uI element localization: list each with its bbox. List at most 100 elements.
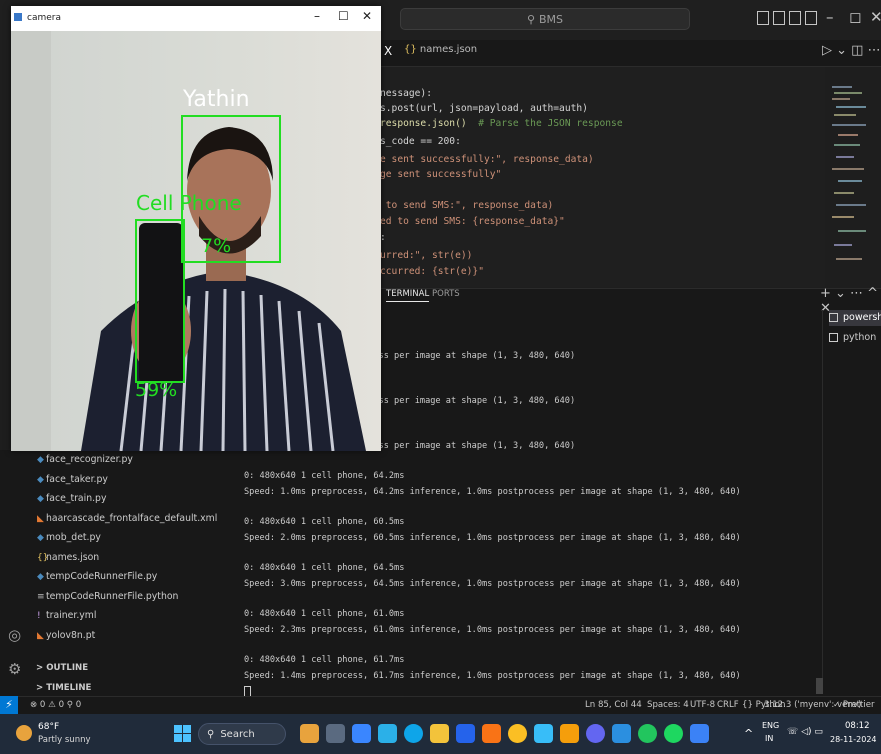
code-line: s_code == 200: (380, 136, 461, 147)
terminal-instance-list: powersh... python (822, 310, 881, 690)
remote-indicator-icon[interactable]: ⚡ (0, 696, 18, 714)
code-line: to send SMS:", response_data) (380, 200, 554, 211)
outline-section[interactable]: > OUTLINE (36, 663, 88, 673)
account-icon[interactable]: ◎ (8, 626, 21, 644)
file-item[interactable]: {} names.json (37, 551, 100, 563)
windows-start-icon[interactable] (174, 725, 191, 742)
clock-time[interactable]: 08:12 (845, 721, 870, 731)
language-indicator-top[interactable]: ENG (762, 721, 779, 730)
weather-description[interactable]: Partly sunny (38, 735, 91, 745)
tray-overflow-chevron[interactable]: ^ (744, 727, 753, 740)
weather-icon[interactable] (16, 725, 32, 741)
code-editor[interactable]: nessage): s.post(url, json=payload, auth… (370, 67, 825, 287)
weather-temperature[interactable]: 68°F (38, 722, 59, 732)
command-center-search[interactable]: ⚲ BMS (400, 8, 690, 30)
file-name: face_recognizer.py (46, 454, 133, 465)
terminal-line: Speed: 1.4ms preprocess, 61.7ms inferenc… (244, 671, 741, 681)
code-line: s.post(url, json=payload, auth=auth) (380, 103, 588, 114)
taskbar-search-label: Search (220, 728, 255, 740)
file-item[interactable]: ◣ haarcascade_frontalface_default.xml (37, 513, 217, 524)
widget-app-icon[interactable] (300, 724, 319, 743)
tab-terminal[interactable]: TERMINAL (386, 289, 430, 302)
file-item[interactable]: ◆ mob_det.py (37, 532, 101, 543)
code-line: ccurred: {str(e)}" (380, 266, 484, 277)
file-name: mob_det.py (46, 532, 101, 543)
task-view-icon[interactable] (326, 724, 345, 743)
search-icon: ⚲ (207, 728, 215, 740)
app-icon-5[interactable] (534, 724, 553, 743)
spotify-icon[interactable] (664, 724, 683, 743)
editor-actions[interactable]: ▷ ⌄ ◫ ⋯ (822, 43, 881, 58)
cursor-position[interactable]: Ln 85, Col 44 (585, 700, 642, 710)
language-indicator-bottom[interactable]: IN (765, 734, 773, 743)
terminal-line: Speed: 2.3ms preprocess, 61.0ms inferenc… (244, 625, 741, 635)
file-type-icon: ◣ (37, 513, 44, 524)
terminal-line: 0: 480x640 1 cell phone, 60.5ms (244, 517, 405, 527)
terminal-icon (829, 333, 838, 342)
command-center-text: BMS (539, 12, 564, 26)
camera-feed: Yathin 7% Cell Phone 59% (11, 31, 381, 451)
app-icon-4[interactable] (482, 724, 501, 743)
timeline-section[interactable]: > TIMELINE (36, 683, 91, 693)
tab-names-json[interactable]: {} names.json (404, 44, 477, 55)
code-comment: # Parse the JSON response (466, 118, 623, 129)
customize-layout-icon[interactable] (805, 11, 817, 25)
manage-gear-icon[interactable]: ⚙ (8, 660, 21, 678)
camera-close-button[interactable]: ✕ (362, 9, 372, 23)
vscode-minimize-button[interactable]: – (826, 8, 834, 26)
taskbar-search[interactable]: ⚲ Search (198, 723, 286, 745)
app-icon-7[interactable] (586, 724, 605, 743)
file-name: tempCodeRunnerFile.python (46, 590, 179, 602)
file-explorer-icon[interactable] (430, 724, 449, 743)
file-item[interactable]: ◆ tempCodeRunnerFile.py (37, 571, 158, 582)
indentation[interactable]: Spaces: 4 (647, 700, 689, 710)
terminal-item-python[interactable]: python (829, 330, 876, 346)
app-icon-3[interactable] (456, 724, 475, 743)
python-taskbar-icon[interactable] (690, 724, 709, 743)
file-item[interactable]: ◆ face_taker.py (37, 474, 108, 485)
file-name: names.json (46, 551, 100, 563)
code-line: e sent successfully:", response_data) (380, 154, 594, 165)
app-icon-6[interactable] (560, 724, 579, 743)
file-type-icon: {} (37, 552, 49, 563)
tab-ports[interactable]: PORTS (432, 289, 460, 299)
file-name: face_train.py (46, 493, 107, 504)
tab-close-icon[interactable]: X (384, 44, 392, 58)
end-of-line[interactable]: CRLF (717, 700, 739, 710)
vscode-maximize-button[interactable]: ◻ (849, 8, 861, 26)
minimap[interactable] (828, 80, 878, 280)
vscode-close-button[interactable]: ✕ (870, 8, 881, 26)
file-item[interactable]: ≡ tempCodeRunnerFile.python (37, 590, 179, 602)
file-item[interactable]: ◣ yolov8n.pt (37, 629, 96, 641)
terminal-line: Speed: 2.0ms preprocess, 60.5ms inferenc… (244, 533, 741, 543)
toggle-secondary-sidebar-icon[interactable] (789, 11, 801, 25)
file-item[interactable]: ◆ face_train.py (37, 493, 107, 504)
terminal-item-powershell[interactable]: powersh... (829, 310, 881, 326)
clock-date[interactable]: 28-11-2024 (830, 735, 877, 744)
file-item[interactable]: ◆ face_recognizer.py (37, 454, 133, 465)
toggle-panel-icon[interactable] (773, 11, 785, 25)
camera-minimize-button[interactable]: – (314, 9, 320, 23)
problems-indicator[interactable]: ⊗ 0 ⚠ 0 ⚲ 0 (30, 700, 81, 710)
app-icon-2[interactable] (378, 724, 397, 743)
file-type-icon: ≡ (37, 591, 45, 602)
network-volume-battery-icons[interactable]: ☏ ◁) ▭ (787, 727, 823, 737)
file-encoding[interactable]: UTF-8 (690, 700, 715, 710)
toggle-primary-sidebar-icon[interactable] (757, 11, 769, 25)
vscode-taskbar-icon[interactable] (612, 724, 631, 743)
face-detection-label: Yathin (183, 87, 250, 112)
terminal-scrollbar[interactable] (816, 678, 823, 694)
whatsapp-icon[interactable] (638, 724, 657, 743)
file-name: yolov8n.pt (46, 629, 96, 641)
file-name: tempCodeRunnerFile.py (46, 571, 158, 582)
activity-bar: ◎ ⚙ (0, 450, 30, 696)
camera-maximize-button[interactable]: ☐ (338, 9, 349, 23)
code-line: ed to send SMS: {response_data}" (380, 216, 565, 227)
app-icon-1[interactable] (352, 724, 371, 743)
edge-browser-icon[interactable] (404, 724, 423, 743)
prettier-status[interactable]: ✓ Prettier (833, 700, 875, 710)
terminal-icon (829, 313, 838, 322)
file-item[interactable]: ! trainer.yml (37, 610, 96, 621)
camera-title-bar (11, 6, 381, 31)
chrome-browser-icon[interactable] (508, 724, 527, 743)
